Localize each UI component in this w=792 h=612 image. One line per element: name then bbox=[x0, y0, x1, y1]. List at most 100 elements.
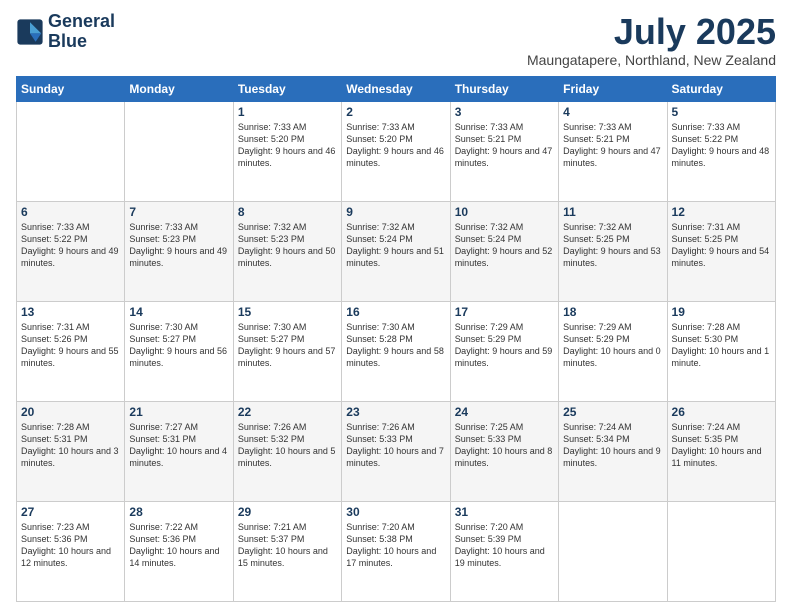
day-detail: Sunrise: 7:30 AMSunset: 5:27 PMDaylight:… bbox=[129, 321, 228, 370]
calendar-cell: 19 Sunrise: 7:28 AMSunset: 5:30 PMDayligh… bbox=[667, 301, 775, 401]
calendar-cell: 14 Sunrise: 7:30 AMSunset: 5:27 PMDayligh… bbox=[125, 301, 233, 401]
day-number: 19 bbox=[672, 305, 771, 319]
calendar-cell: 11 Sunrise: 7:32 AMSunset: 5:25 PMDayligh… bbox=[559, 201, 667, 301]
logo-line1: General bbox=[48, 12, 115, 32]
calendar-cell: 12 Sunrise: 7:31 AMSunset: 5:25 PMDayligh… bbox=[667, 201, 775, 301]
day-number: 26 bbox=[672, 405, 771, 419]
calendar-cell: 30Sunrise: 7:20 AMSunset: 5:38 PMDayligh… bbox=[342, 501, 450, 601]
day-detail: Sunrise: 7:21 AMSunset: 5:37 PMDaylight:… bbox=[238, 521, 337, 570]
day-number: 13 bbox=[21, 305, 120, 319]
calendar-week-0: 1Sunrise: 7:33 AMSunset: 5:20 PMDaylight… bbox=[17, 101, 776, 201]
day-number: 10 bbox=[455, 205, 554, 219]
day-detail: Sunrise: 7:28 AMSunset: 5:30 PMDaylight:… bbox=[672, 321, 771, 370]
day-number: 7 bbox=[129, 205, 228, 219]
logo-line2: Blue bbox=[48, 32, 115, 52]
calendar-cell: 18Sunrise: 7:29 AMSunset: 5:29 PMDayligh… bbox=[559, 301, 667, 401]
day-detail: Sunrise: 7:33 AMSunset: 5:21 PMDaylight:… bbox=[455, 121, 554, 170]
day-number: 24 bbox=[455, 405, 554, 419]
calendar-header-row: Sunday Monday Tuesday Wednesday Thursday… bbox=[17, 76, 776, 101]
day-detail: Sunrise: 7:26 AMSunset: 5:32 PMDaylight:… bbox=[238, 421, 337, 470]
calendar-cell: 2 Sunrise: 7:33 AMSunset: 5:20 PMDaylight… bbox=[342, 101, 450, 201]
calendar-cell: 20 Sunrise: 7:28 AMSunset: 5:31 PMDayligh… bbox=[17, 401, 125, 501]
calendar-cell: 3 Sunrise: 7:33 AMSunset: 5:21 PMDaylight… bbox=[450, 101, 558, 201]
day-detail: Sunrise: 7:33 AMSunset: 5:22 PMDaylight:… bbox=[672, 121, 771, 170]
col-saturday: Saturday bbox=[667, 76, 775, 101]
day-detail: Sunrise: 7:25 AMSunset: 5:33 PMDaylight:… bbox=[455, 421, 554, 470]
day-number: 14 bbox=[129, 305, 228, 319]
day-detail: Sunrise: 7:33 AMSunset: 5:23 PMDaylight:… bbox=[129, 221, 228, 270]
day-number: 2 bbox=[346, 105, 445, 119]
day-detail: Sunrise: 7:29 AMSunset: 5:29 PMDaylight:… bbox=[563, 321, 662, 370]
day-detail: Sunrise: 7:23 AMSunset: 5:36 PMDaylight:… bbox=[21, 521, 120, 570]
day-detail: Sunrise: 7:20 AMSunset: 5:38 PMDaylight:… bbox=[346, 521, 445, 570]
calendar-week-4: 27 Sunrise: 7:23 AMSunset: 5:36 PMDayligh… bbox=[17, 501, 776, 601]
day-number: 29 bbox=[238, 505, 337, 519]
day-number: 16 bbox=[346, 305, 445, 319]
logo: General Blue bbox=[16, 12, 115, 52]
calendar-cell: 5 Sunrise: 7:33 AMSunset: 5:22 PMDaylight… bbox=[667, 101, 775, 201]
title-block: July 2025 Maungatapere, Northland, New Z… bbox=[527, 12, 776, 68]
calendar-cell: 22Sunrise: 7:26 AMSunset: 5:32 PMDayligh… bbox=[233, 401, 341, 501]
day-number: 9 bbox=[346, 205, 445, 219]
day-number: 31 bbox=[455, 505, 554, 519]
calendar-cell: 23Sunrise: 7:26 AMSunset: 5:33 PMDayligh… bbox=[342, 401, 450, 501]
day-detail: Sunrise: 7:28 AMSunset: 5:31 PMDaylight:… bbox=[21, 421, 120, 470]
calendar-week-3: 20 Sunrise: 7:28 AMSunset: 5:31 PMDayligh… bbox=[17, 401, 776, 501]
day-number: 17 bbox=[455, 305, 554, 319]
day-number: 21 bbox=[129, 405, 228, 419]
calendar-week-2: 13 Sunrise: 7:31 AMSunset: 5:26 PMDayligh… bbox=[17, 301, 776, 401]
calendar-cell: 24 Sunrise: 7:25 AMSunset: 5:33 PMDayligh… bbox=[450, 401, 558, 501]
day-number: 3 bbox=[455, 105, 554, 119]
calendar-cell bbox=[125, 101, 233, 201]
day-detail: Sunrise: 7:33 AMSunset: 5:21 PMDaylight:… bbox=[563, 121, 662, 170]
day-detail: Sunrise: 7:32 AMSunset: 5:23 PMDaylight:… bbox=[238, 221, 337, 270]
day-number: 20 bbox=[21, 405, 120, 419]
calendar-cell: 13 Sunrise: 7:31 AMSunset: 5:26 PMDayligh… bbox=[17, 301, 125, 401]
day-number: 11 bbox=[563, 205, 662, 219]
day-number: 12 bbox=[672, 205, 771, 219]
day-detail: Sunrise: 7:33 AMSunset: 5:20 PMDaylight:… bbox=[238, 121, 337, 170]
page: General Blue July 2025 Maungatapere, Nor… bbox=[0, 0, 792, 612]
calendar-cell: 15Sunrise: 7:30 AMSunset: 5:27 PMDayligh… bbox=[233, 301, 341, 401]
calendar-cell: 7 Sunrise: 7:33 AMSunset: 5:23 PMDaylight… bbox=[125, 201, 233, 301]
logo-text: General Blue bbox=[48, 12, 115, 52]
calendar-cell: 29 Sunrise: 7:21 AMSunset: 5:37 PMDayligh… bbox=[233, 501, 341, 601]
day-detail: Sunrise: 7:24 AMSunset: 5:35 PMDaylight:… bbox=[672, 421, 771, 470]
day-number: 6 bbox=[21, 205, 120, 219]
logo-icon bbox=[16, 18, 44, 46]
day-detail: Sunrise: 7:32 AMSunset: 5:24 PMDaylight:… bbox=[346, 221, 445, 270]
subtitle: Maungatapere, Northland, New Zealand bbox=[527, 52, 776, 68]
col-thursday: Thursday bbox=[450, 76, 558, 101]
day-detail: Sunrise: 7:31 AMSunset: 5:25 PMDaylight:… bbox=[672, 221, 771, 270]
col-tuesday: Tuesday bbox=[233, 76, 341, 101]
day-detail: Sunrise: 7:33 AMSunset: 5:20 PMDaylight:… bbox=[346, 121, 445, 170]
day-number: 23 bbox=[346, 405, 445, 419]
calendar-cell: 8Sunrise: 7:32 AMSunset: 5:23 PMDaylight… bbox=[233, 201, 341, 301]
header: General Blue July 2025 Maungatapere, Nor… bbox=[16, 12, 776, 68]
calendar-cell: 17 Sunrise: 7:29 AMSunset: 5:29 PMDayligh… bbox=[450, 301, 558, 401]
calendar-cell: 4 Sunrise: 7:33 AMSunset: 5:21 PMDaylight… bbox=[559, 101, 667, 201]
month-title: July 2025 bbox=[527, 12, 776, 52]
calendar-cell: 25Sunrise: 7:24 AMSunset: 5:34 PMDayligh… bbox=[559, 401, 667, 501]
day-detail: Sunrise: 7:33 AMSunset: 5:22 PMDaylight:… bbox=[21, 221, 120, 270]
day-number: 4 bbox=[563, 105, 662, 119]
col-wednesday: Wednesday bbox=[342, 76, 450, 101]
day-number: 15 bbox=[238, 305, 337, 319]
calendar-cell bbox=[17, 101, 125, 201]
col-sunday: Sunday bbox=[17, 76, 125, 101]
day-detail: Sunrise: 7:32 AMSunset: 5:25 PMDaylight:… bbox=[563, 221, 662, 270]
day-number: 25 bbox=[563, 405, 662, 419]
day-number: 27 bbox=[21, 505, 120, 519]
calendar-cell bbox=[667, 501, 775, 601]
calendar-cell: 27 Sunrise: 7:23 AMSunset: 5:36 PMDayligh… bbox=[17, 501, 125, 601]
calendar-cell: 16Sunrise: 7:30 AMSunset: 5:28 PMDayligh… bbox=[342, 301, 450, 401]
col-friday: Friday bbox=[559, 76, 667, 101]
calendar-cell: 21Sunrise: 7:27 AMSunset: 5:31 PMDayligh… bbox=[125, 401, 233, 501]
day-number: 28 bbox=[129, 505, 228, 519]
day-number: 5 bbox=[672, 105, 771, 119]
day-detail: Sunrise: 7:29 AMSunset: 5:29 PMDaylight:… bbox=[455, 321, 554, 370]
day-detail: Sunrise: 7:31 AMSunset: 5:26 PMDaylight:… bbox=[21, 321, 120, 370]
calendar-cell: 31Sunrise: 7:20 AMSunset: 5:39 PMDayligh… bbox=[450, 501, 558, 601]
calendar-cell: 1Sunrise: 7:33 AMSunset: 5:20 PMDaylight… bbox=[233, 101, 341, 201]
calendar-table: Sunday Monday Tuesday Wednesday Thursday… bbox=[16, 76, 776, 602]
